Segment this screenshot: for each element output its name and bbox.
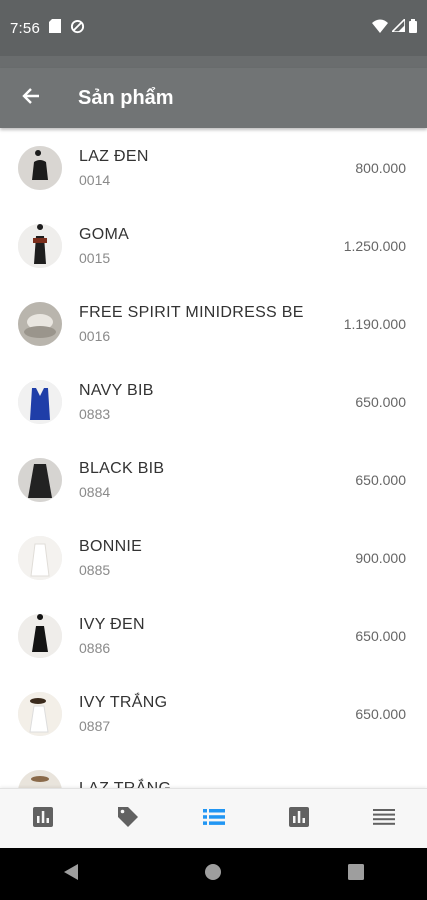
- product-info: GOMA 0015: [79, 226, 344, 266]
- product-thumbnail: [18, 692, 62, 736]
- product-thumbnail: [18, 536, 62, 580]
- bottom-navigation: [0, 788, 427, 849]
- product-price: 650.000: [355, 472, 406, 488]
- product-info: FREE SPIRIT MINIDRESS BE 0016: [79, 304, 344, 344]
- system-back-button[interactable]: [41, 848, 101, 900]
- product-name: BONNIE: [79, 538, 143, 555]
- product-name: BLACK BIB: [79, 460, 165, 477]
- system-recents-button[interactable]: [326, 848, 386, 900]
- signal-icon: [390, 17, 406, 37]
- home-circle-icon: [204, 863, 222, 886]
- product-price: 900.000: [355, 550, 406, 566]
- bar-chart-icon: [32, 806, 53, 832]
- nav-menu[interactable]: [342, 789, 427, 849]
- product-info: LAZ ĐEN 0014: [79, 148, 355, 188]
- product-info: BONNIE 0885: [79, 538, 355, 578]
- product-code: 0884: [79, 484, 111, 500]
- product-code: 0886: [79, 640, 111, 656]
- list-icon: [202, 808, 225, 831]
- product-thumbnail: [18, 146, 62, 190]
- product-code: 0883: [79, 406, 111, 422]
- product-name: GOMA: [79, 226, 130, 243]
- status-time: 7:56: [10, 19, 40, 37]
- product-item[interactable]: IVY TRẮNG 0887 650.000: [0, 675, 427, 753]
- product-info: LAZ TRẮNG: [79, 780, 406, 788]
- product-item[interactable]: BLACK BIB 0884 650.000: [0, 441, 427, 519]
- product-thumbnail: [18, 770, 62, 788]
- product-name: LAZ TRẮNG: [79, 780, 406, 788]
- sync-icon: [70, 19, 85, 38]
- tag-icon: [117, 806, 139, 833]
- nav-product-list[interactable]: [171, 789, 256, 849]
- product-code: 0014: [79, 172, 111, 188]
- system-navigation-bar: [0, 848, 427, 900]
- wifi-icon: [372, 19, 388, 38]
- product-item[interactable]: GOMA 0015 1.250.000: [0, 207, 427, 285]
- product-code: 0015: [79, 250, 111, 266]
- product-name: LAZ ĐEN: [79, 148, 149, 165]
- product-name: IVY TRẮNG: [79, 694, 168, 711]
- status-left: 7:56: [10, 19, 85, 38]
- product-item[interactable]: IVY ĐEN 0886 650.000: [0, 597, 427, 675]
- product-name: IVY ĐEN: [79, 616, 145, 633]
- product-info: NAVY BIB 0883: [79, 382, 355, 422]
- menu-icon: [373, 808, 396, 830]
- recents-square-icon: [347, 863, 364, 885]
- product-thumbnail: [18, 224, 62, 268]
- product-thumbnail: [18, 458, 62, 502]
- nav-tags[interactable]: [85, 789, 170, 849]
- product-name: NAVY BIB: [79, 382, 154, 399]
- product-code: 0016: [79, 328, 111, 344]
- arrow-left-icon: [21, 86, 41, 111]
- status-bar: 7:56: [0, 0, 427, 56]
- product-name: FREE SPIRIT MINIDRESS BE: [79, 304, 304, 321]
- product-price: 650.000: [355, 394, 406, 410]
- product-code: 0887: [79, 718, 111, 734]
- product-info: BLACK BIB 0884: [79, 460, 355, 500]
- product-item[interactable]: BONNIE 0885 900.000: [0, 519, 427, 597]
- product-price: 800.000: [355, 160, 406, 176]
- product-item[interactable]: NAVY BIB 0883 650.000: [0, 363, 427, 441]
- system-home-button[interactable]: [183, 848, 243, 900]
- product-price: 1.250.000: [343, 238, 406, 254]
- page-title: Sản phẩm: [78, 86, 174, 109]
- back-triangle-icon: [63, 863, 79, 886]
- product-info: IVY TRẮNG 0887: [79, 694, 355, 734]
- nav-statistics[interactable]: [0, 789, 85, 849]
- product-item[interactable]: FREE SPIRIT MINIDRESS BE 0016 1.190.000: [0, 285, 427, 363]
- report-icon: [288, 806, 309, 832]
- nav-report[interactable]: [256, 789, 341, 849]
- product-item[interactable]: LAZ TRẮNG: [0, 753, 427, 788]
- product-item[interactable]: LAZ ĐEN 0014 800.000: [0, 129, 427, 207]
- product-thumbnail: [18, 380, 62, 424]
- app-bar: Sản phẩm: [0, 68, 427, 128]
- product-thumbnail: [18, 302, 62, 346]
- product-price: 650.000: [355, 628, 406, 644]
- product-thumbnail: [18, 614, 62, 658]
- back-button[interactable]: [0, 68, 62, 128]
- product-code: 0885: [79, 562, 111, 578]
- product-info: IVY ĐEN 0886: [79, 616, 355, 656]
- battery-icon: [409, 18, 417, 38]
- product-list[interactable]: LAZ ĐEN 0014 800.000 GOMA 0015 1.250.000…: [0, 128, 427, 788]
- product-price: 650.000: [355, 706, 406, 722]
- product-price: 1.190.000: [343, 316, 406, 332]
- sd-card-icon: [49, 19, 61, 37]
- status-right: [372, 17, 417, 38]
- status-bar-shadow: [0, 56, 427, 68]
